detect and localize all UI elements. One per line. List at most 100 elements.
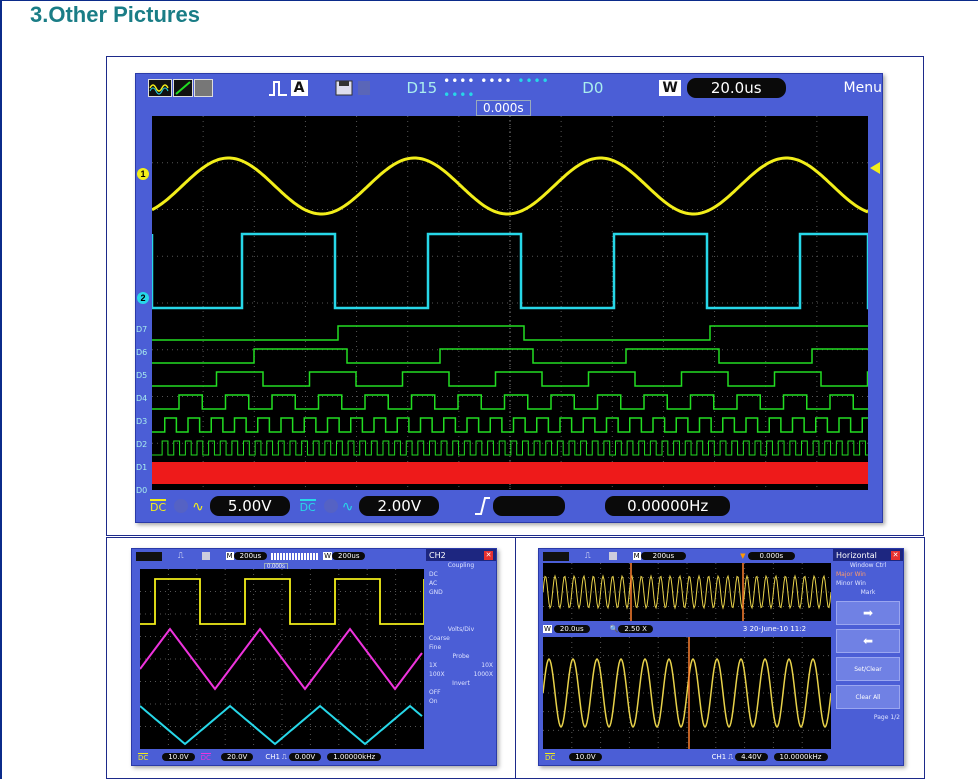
horizontal-panel-title: Horizontal	[836, 550, 877, 560]
ch1-coupling-badge[interactable]: DC	[150, 498, 167, 514]
right-timebase[interactable]: 200us	[640, 552, 687, 560]
main-picture-frame: A D15 •••• •••• •••• •••• D0 W 20.0us Me…	[106, 56, 924, 536]
left-waveform-display	[140, 569, 424, 749]
window-badge[interactable]: W	[659, 80, 681, 96]
menu-button[interactable]: Menu	[844, 80, 882, 96]
clear-all-button[interactable]: Clear All	[836, 685, 900, 709]
right-zoom[interactable]: 2.50 X	[618, 625, 653, 633]
left-trigger-level[interactable]: 0.00V	[288, 753, 322, 761]
page-top-border	[0, 0, 978, 1]
right-trigger-time[interactable]: 0.000s	[747, 552, 796, 560]
ch2-menu-panel: CH2 ✕ Coupling DC AC GND Volts/Div Coarse…	[426, 549, 496, 751]
trigger-level-marker[interactable]	[870, 162, 880, 174]
right-window-badge: W	[543, 625, 552, 633]
trigger-level-readout[interactable]	[493, 496, 566, 516]
ch1-probe-icon: ∿	[192, 497, 204, 514]
right-zoom-window-display	[543, 637, 831, 749]
right-bottom-statusbar: DC 10.0V CH1 ⎍ 4.40V 10.0000kHz	[539, 751, 903, 763]
minor-win-option[interactable]: Minor Win	[833, 579, 903, 588]
left-ch3-trace	[140, 704, 423, 746]
right-save-icon[interactable]	[608, 552, 617, 560]
right-trigger-icon[interactable]: ⎍	[585, 551, 591, 561]
ch2-probe-icon: ∿	[341, 497, 354, 514]
close-icon[interactable]: ✕	[891, 550, 900, 560]
trigger-pulse-icon[interactable]	[267, 79, 289, 97]
left-window-badge: W	[323, 552, 333, 560]
volts-fine-option[interactable]: Fine	[426, 643, 496, 652]
left-frequency: 1.00000kHz	[327, 753, 382, 761]
persistence-icon[interactable]	[194, 79, 213, 97]
left-trigger-icon[interactable]: ⎍	[178, 551, 184, 561]
right-ch1-volts[interactable]: 10.0V	[569, 753, 602, 761]
line-mode-icon[interactable]	[173, 79, 193, 97]
digital-label-d4: D4	[136, 394, 148, 403]
page-indicator[interactable]: Page 1/2	[833, 713, 903, 722]
ch1-bandwidth-icon	[174, 499, 189, 513]
probe-title: Probe	[452, 653, 470, 660]
right-oscilloscope-screenshot: ⎍ M 200us ▼ 0.000s W 20.0us 🔍 2.50 X 3 2…	[538, 548, 904, 766]
invert-title: Invert	[452, 680, 470, 687]
right-trigger-source: CH1	[711, 753, 727, 761]
save-icon[interactable]	[334, 79, 354, 97]
zoom-icon: 🔍	[609, 625, 619, 633]
right-bottom-trace	[543, 657, 831, 729]
ch1-marker[interactable]: 1	[137, 168, 149, 180]
left-ch2-volts[interactable]: 20.0V	[220, 753, 254, 761]
trigger-position-readout: 0.000s	[476, 100, 531, 116]
horizontal-menu-panel: Horizontal ✕ Window Ctrl Major Win Minor …	[833, 549, 903, 751]
main-bottom-statusbar: DC ∿ 5.00V DC ∿ 2.00V 0.00000Hz	[136, 494, 882, 518]
left-ch1-volts[interactable]: 10.0V	[162, 753, 195, 761]
ch2-volts-per-div[interactable]: 2.00V	[359, 496, 440, 516]
mark-next-button[interactable]: ➡	[836, 601, 900, 625]
invert-on-option[interactable]: On	[426, 697, 496, 706]
left-ch1-trace	[140, 578, 424, 625]
probe-1000x-option[interactable]: 1000X	[474, 671, 493, 678]
left-memory-depth-bar	[271, 552, 320, 560]
frequency-readout: 0.00000Hz	[605, 496, 731, 516]
coupling-ac-option[interactable]: AC	[426, 579, 496, 588]
coupling-dc-option[interactable]: DC	[426, 570, 496, 579]
left-timebase-a[interactable]: 200us	[233, 552, 268, 560]
left-oscilloscope-screenshot: ⎍ M 200us W 200us 0.000s CH2 ✕ Coupling D…	[131, 548, 497, 766]
left-ch2-dc-badge: DC	[200, 752, 211, 762]
digital-channel-labels: D7 D6 D5 D4 D3 D2 D1 D0	[136, 318, 152, 502]
volts-coarse-option[interactable]: Coarse	[426, 634, 496, 643]
ch2-marker[interactable]: 2	[137, 292, 149, 304]
coupling-gnd-option[interactable]: GND	[426, 588, 496, 597]
trigger-edge-icon[interactable]	[473, 496, 491, 516]
left-timebase-b[interactable]: 200us	[332, 552, 366, 560]
left-ch1-dc-badge: DC	[138, 752, 149, 762]
right-trigger-level[interactable]: 4.40V	[735, 753, 768, 761]
major-win-option[interactable]: Major Win	[833, 570, 903, 579]
invert-off-option[interactable]: OFF	[426, 688, 496, 697]
left-waveform-icon[interactable]	[136, 551, 162, 561]
page-left-border	[0, 0, 2, 779]
ch2-bandwidth-icon	[323, 499, 338, 513]
mark-prev-button[interactable]: ⬅	[836, 629, 900, 653]
right-ch1-dc-badge: DC	[545, 752, 556, 762]
right-window-timebase[interactable]: 20.0us	[553, 625, 590, 633]
ch1-volts-per-div[interactable]: 5.00V	[209, 496, 290, 516]
probe-100x-option[interactable]: 100X	[429, 671, 445, 678]
ch2-coupling-badge[interactable]: DC	[299, 498, 316, 514]
close-icon[interactable]: ✕	[484, 550, 493, 560]
probe-10x-option[interactable]: 10X	[481, 662, 493, 669]
right-waveform-icon[interactable]	[543, 551, 569, 561]
left-trigger-edge-icon: ⎍	[281, 752, 287, 761]
section-heading: 3.Other Pictures	[30, 2, 200, 27]
probe-1x-option[interactable]: 1X	[429, 662, 437, 669]
left-picture-frame: ⎍ M 200us W 200us 0.000s CH2 ✕ Coupling D…	[106, 537, 516, 779]
main-oscilloscope-screenshot: A D15 •••• •••• •••• •••• D0 W 20.0us Me…	[135, 73, 883, 523]
timebase-readout[interactable]: 20.0us	[686, 78, 786, 98]
waveform-icon[interactable]	[148, 79, 172, 97]
set-clear-button[interactable]: Set/Clear	[836, 657, 900, 681]
right-trigger-time-marker: ▼	[740, 552, 746, 560]
left-save-icon[interactable]	[201, 552, 210, 560]
main-waveform-display	[152, 116, 868, 490]
arrow-left-icon: ⬅	[862, 634, 874, 648]
auto-mode-badge[interactable]: A	[290, 80, 308, 96]
digital-range-low: D0	[582, 79, 604, 97]
digital-d0-trace	[152, 462, 868, 484]
main-top-toolbar: A D15 •••• •••• •••• •••• D0 W 20.0us Me…	[136, 74, 882, 102]
probe-row-1: 1X 10X	[426, 661, 496, 670]
